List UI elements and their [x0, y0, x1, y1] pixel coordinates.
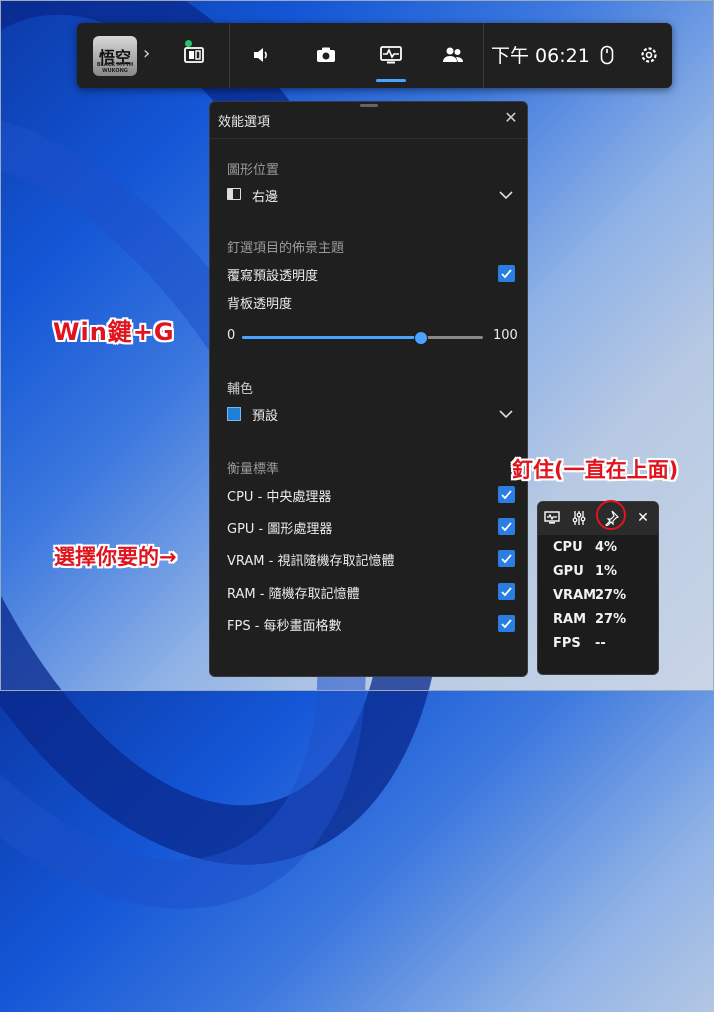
override-transparency-label: 覆寫預設透明度	[227, 269, 319, 284]
stat-name: GPU	[553, 564, 584, 579]
game-app-thumbnail[interactable]: 悟空 BLACK MYTH WUKONG	[93, 36, 137, 76]
stat-value: 1%	[595, 564, 618, 579]
checkmark-icon	[501, 619, 512, 629]
close-icon[interactable]: ✕	[501, 108, 521, 128]
slider-thumb[interactable]	[414, 331, 429, 345]
highlight-circle	[596, 500, 626, 530]
settings-sliders-icon[interactable]	[571, 510, 587, 526]
metric-checkbox[interactable]	[498, 615, 515, 632]
checkmark-icon	[501, 587, 512, 597]
checkmark-icon	[501, 554, 512, 564]
widget-stat-row: RAM 27%	[553, 612, 626, 627]
slider-max-label: 100	[493, 328, 518, 343]
panel-position-icon	[227, 188, 241, 200]
metric-label: GPU - 圖形處理器	[227, 522, 333, 537]
stat-name: RAM	[553, 612, 587, 627]
gear-icon[interactable]	[635, 41, 663, 69]
clock: 下午 06:21	[491, 45, 590, 67]
accent-color-value: 預設	[252, 409, 279, 424]
metrics-heading: 衡量標準	[227, 462, 280, 477]
stat-value: --	[595, 636, 606, 651]
stat-name: CPU	[553, 540, 583, 555]
backplate-transparency-label: 背板透明度	[227, 297, 293, 312]
transparency-slider[interactable]	[242, 331, 483, 345]
graph-position-value: 右邊	[252, 190, 279, 205]
metric-label: VRAM - 視訊隨機存取記憶體	[227, 554, 395, 569]
camera-icon[interactable]	[312, 41, 340, 69]
stat-name: FPS	[553, 636, 581, 651]
metric-checkbox[interactable]	[498, 550, 515, 567]
game-app-sublabel: BLACK MYTH WUKONG	[96, 62, 134, 74]
widget-stat-row: FPS --	[553, 636, 606, 651]
metric-label: RAM - 隨機存取記憶體	[227, 587, 360, 602]
chevron-right-icon[interactable]: ›	[143, 43, 150, 64]
chevron-down-icon	[499, 410, 513, 419]
active-tab-indicator	[376, 79, 406, 82]
annotation-win-g: Win鍵+G	[53, 318, 175, 346]
metric-checkbox[interactable]	[498, 486, 515, 503]
widget-stat-row: VRAM27%	[553, 588, 626, 603]
metric-checkbox[interactable]	[498, 583, 515, 600]
metric-checkbox[interactable]	[498, 518, 515, 535]
checkmark-icon	[501, 269, 512, 279]
close-icon[interactable]: ✕	[635, 510, 651, 526]
speaker-icon[interactable]	[247, 41, 275, 69]
widget-stat-row: GPU 1%	[553, 564, 617, 579]
annotation-choose: 選擇你要的→	[54, 545, 177, 569]
divider	[210, 138, 527, 139]
stat-name: VRAM	[553, 588, 597, 603]
widget-menu-icon[interactable]	[180, 41, 208, 69]
divider	[483, 23, 484, 88]
metric-label: FPS - 每秒畫面格數	[227, 619, 342, 634]
performance-icon[interactable]	[377, 41, 405, 69]
stat-value: 4%	[595, 540, 618, 555]
stat-value: 27%	[595, 612, 627, 627]
mouse-icon[interactable]	[593, 41, 621, 69]
xbox-game-bar: 悟空 BLACK MYTH WUKONG › 下午 06:21	[77, 23, 672, 88]
drag-handle[interactable]	[360, 104, 378, 107]
accent-color-swatch	[227, 407, 241, 421]
stat-value: 27%	[595, 588, 627, 603]
panel-title: 效能選項	[218, 115, 271, 130]
slider-fill	[242, 336, 421, 339]
chevron-down-icon	[499, 191, 513, 200]
annotation-pin: 釘住(一直在上面)	[512, 458, 679, 482]
slider-min-label: 0	[227, 328, 236, 343]
graph-position-heading: 圖形位置	[227, 163, 280, 178]
pinned-theme-heading: 釘選項目的佈景主題	[227, 241, 345, 256]
override-transparency-checkbox[interactable]	[498, 265, 515, 282]
checkmark-icon	[501, 490, 512, 500]
checkmark-icon	[501, 522, 512, 532]
pinned-performance-widget: ✕ CPU 4% GPU 1% VRAM27% RAM 27% FPS --	[537, 501, 659, 675]
accent-color-heading: 輔色	[227, 382, 254, 397]
metric-label: CPU - 中央處理器	[227, 490, 332, 505]
performance-icon[interactable]	[544, 510, 560, 526]
divider	[229, 23, 230, 88]
widget-stat-row: CPU 4%	[553, 540, 617, 555]
social-icon[interactable]	[439, 41, 467, 69]
performance-options-panel: 效能選項 ✕ 圖形位置 右邊 釘選項目的佈景主題 覆寫預設透明度 背板透明度 0…	[209, 101, 528, 677]
